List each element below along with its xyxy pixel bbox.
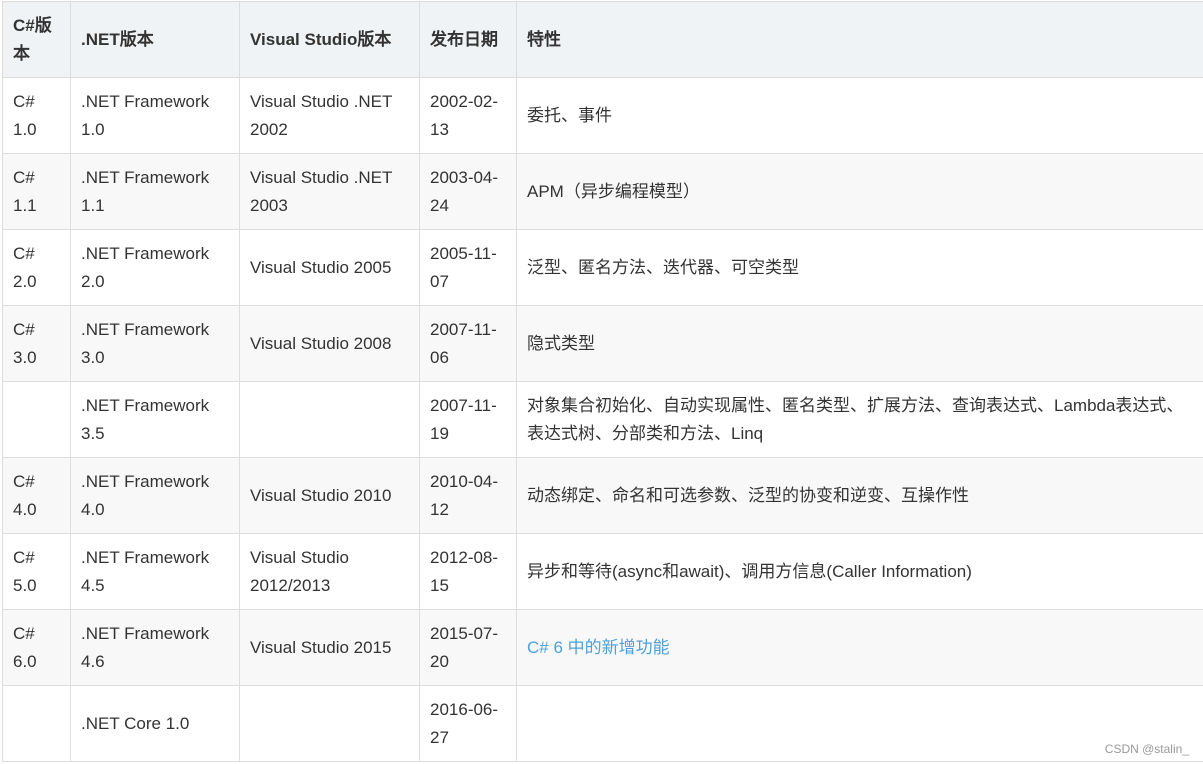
- cell-dotnet-version: .NET Framework 4.6: [70, 609, 240, 686]
- watermark: CSDN @stalin_: [1104, 742, 1189, 756]
- table-row: C# 5.0 .NET Framework 4.5 Visual Studio 20…: [2, 533, 1203, 610]
- cell-dotnet-version: .NET Core 1.0: [70, 685, 240, 762]
- cell-features: APM（异步编程模型）: [516, 153, 1203, 230]
- cell-csharp-version: [2, 685, 71, 762]
- header-features: 特性: [516, 1, 1203, 78]
- cell-csharp-version: C# 1.0: [2, 77, 71, 154]
- cell-release-date: 2010-04-12: [419, 457, 517, 534]
- cell-dotnet-version: .NET Framework 3.5: [70, 381, 240, 458]
- cell-dotnet-version: .NET Framework 1.0: [70, 77, 240, 154]
- cell-csharp-version: C# 6.0: [2, 609, 71, 686]
- cell-dotnet-version: .NET Framework 4.0: [70, 457, 240, 534]
- cell-release-date: 2012-08-15: [419, 533, 517, 610]
- table-row: C# 1.1 .NET Framework 1.1 Visual Studio .N…: [2, 153, 1203, 230]
- cell-release-date: 2007-11-19: [419, 381, 517, 458]
- cell-release-date: 2003-04-24: [419, 153, 517, 230]
- table-row: C# 6.0 .NET Framework 4.6 Visual Studio 20…: [2, 609, 1203, 686]
- csharp-version-table: C#版本 .NET版本 Visual Studio版本 发布日期 特性 C# 1…: [2, 1, 1203, 762]
- cell-dotnet-version: .NET Framework 3.0: [70, 305, 240, 382]
- cell-vs-version: Visual Studio 2005: [239, 229, 420, 306]
- cell-vs-version: Visual Studio 2010: [239, 457, 420, 534]
- header-release-date: 发布日期: [419, 1, 517, 78]
- cell-release-date: 2015-07-20: [419, 609, 517, 686]
- cell-release-date: 2016-06-27: [419, 685, 517, 762]
- cell-vs-version: Visual Studio .NET 2003: [239, 153, 420, 230]
- cell-features: 对象集合初始化、自动实现属性、匿名类型、扩展方法、查询表达式、Lambda表达式…: [516, 381, 1203, 458]
- cell-csharp-version: [2, 381, 71, 458]
- header-csharp-version: C#版本: [2, 1, 71, 78]
- table-header: C#版本 .NET版本 Visual Studio版本 发布日期 特性: [2, 1, 1203, 78]
- header-dotnet-version: .NET版本: [70, 1, 240, 78]
- cell-features: [516, 685, 1203, 762]
- table-row: C# 3.0 .NET Framework 3.0 Visual Studio 20…: [2, 305, 1203, 382]
- cell-release-date: 2002-02-13: [419, 77, 517, 154]
- table-row: C# 1.0 .NET Framework 1.0 Visual Studio .N…: [2, 77, 1203, 154]
- header-vs-version: Visual Studio版本: [239, 1, 420, 78]
- table-row: C# 2.0 .NET Framework 2.0 Visual Studio 20…: [2, 229, 1203, 306]
- cell-csharp-version: C# 3.0: [2, 305, 71, 382]
- cell-dotnet-version: .NET Framework 4.5: [70, 533, 240, 610]
- cell-release-date: 2007-11-06: [419, 305, 517, 382]
- cell-features: 委托、事件: [516, 77, 1203, 154]
- cell-vs-version: Visual Studio 2015: [239, 609, 420, 686]
- cell-release-date: 2005-11-07: [419, 229, 517, 306]
- cell-features: 异步和等待(async和await)、调用方信息(Caller Informat…: [516, 533, 1203, 610]
- cell-dotnet-version: .NET Framework 2.0: [70, 229, 240, 306]
- cell-features: 动态绑定、命名和可选参数、泛型的协变和逆变、互操作性: [516, 457, 1203, 534]
- cell-features: 泛型、匿名方法、迭代器、可空类型: [516, 229, 1203, 306]
- table-row: .NET Core 1.0 2016-06-27: [2, 685, 1203, 762]
- cell-csharp-version: C# 4.0: [2, 457, 71, 534]
- cell-csharp-version: C# 2.0: [2, 229, 71, 306]
- cell-csharp-version: C# 1.1: [2, 153, 71, 230]
- cell-vs-version: Visual Studio 2012/2013: [239, 533, 420, 610]
- header-row: C#版本 .NET版本 Visual Studio版本 发布日期 特性: [2, 1, 1203, 78]
- features-link[interactable]: C# 6 中的新增功能: [527, 638, 670, 657]
- cell-dotnet-version: .NET Framework 1.1: [70, 153, 240, 230]
- table-body: C# 1.0 .NET Framework 1.0 Visual Studio .N…: [2, 77, 1203, 762]
- cell-features: C# 6 中的新增功能: [516, 609, 1203, 686]
- cell-vs-version: Visual Studio 2008: [239, 305, 420, 382]
- cell-csharp-version: C# 5.0: [2, 533, 71, 610]
- csharp-version-table-container: C#版本 .NET版本 Visual Studio版本 发布日期 特性 C# 1…: [2, 1, 1203, 762]
- table-row: C# 4.0 .NET Framework 4.0 Visual Studio 20…: [2, 457, 1203, 534]
- table-row: .NET Framework 3.5 2007-11-19 对象集合初始化、自动实现…: [2, 381, 1203, 458]
- cell-vs-version: Visual Studio .NET 2002: [239, 77, 420, 154]
- cell-vs-version: [239, 685, 420, 762]
- cell-features: 隐式类型: [516, 305, 1203, 382]
- cell-vs-version: [239, 381, 420, 458]
